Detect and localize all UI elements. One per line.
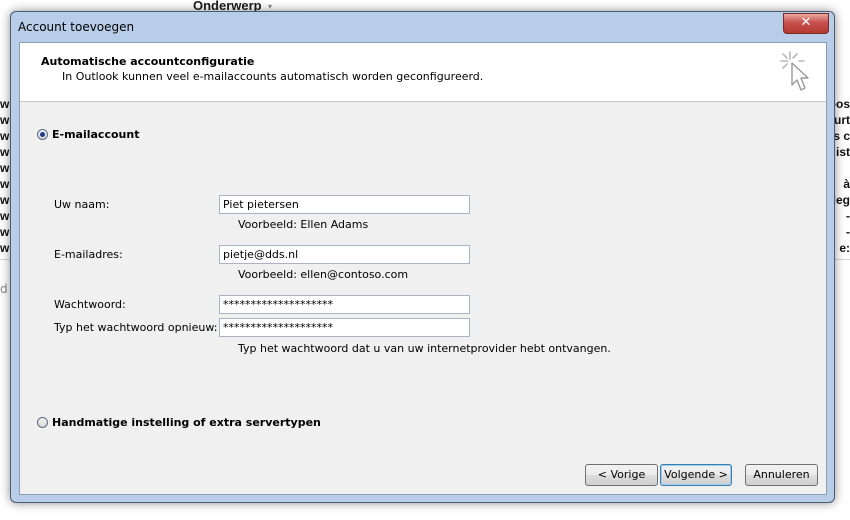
email-account-label[interactable]: E-mailaccount [52, 128, 139, 141]
page-subtitle: In Outlook kunnen veel e-mailaccounts au… [62, 70, 484, 83]
cancel-button[interactable]: Annuleren [745, 464, 818, 486]
email-input[interactable] [219, 245, 470, 264]
close-button[interactable]: ✕ [783, 13, 829, 34]
email-hint: Voorbeeld: ellen@contoso.com [238, 268, 409, 281]
password-label: Wachtwoord: [54, 298, 126, 311]
password-hint: Typ het wachtwoord dat u van uw internet… [238, 342, 611, 355]
dialog-title: Account toevoegen [18, 20, 135, 34]
cursor-sparkle-icon [780, 51, 809, 91]
back-button[interactable]: < Vorige [585, 464, 658, 486]
password-confirm-label: Typ het wachtwoord opnieuw: [54, 321, 218, 334]
next-button[interactable]: Volgende > [660, 464, 732, 486]
password-confirm-input[interactable] [219, 318, 470, 337]
email-account-radio[interactable] [37, 129, 48, 140]
name-input[interactable] [219, 195, 470, 214]
background-text-fragment: d [0, 282, 8, 296]
manual-setup-label[interactable]: Handmatige instelling of extra servertyp… [52, 416, 321, 429]
dialog-client-area: Automatische accountconfiguratie In Outl… [19, 42, 827, 495]
manual-setup-radio[interactable] [37, 417, 48, 428]
name-hint: Voorbeeld: Ellen Adams [238, 218, 369, 231]
sort-arrow-icon: ▾ [268, 2, 273, 11]
dialog-titlebar[interactable]: Account toevoegen ✕ [11, 12, 834, 40]
password-input[interactable] [219, 295, 470, 314]
close-icon: ✕ [800, 15, 812, 30]
add-account-dialog: Account toevoegen ✕ Automatische account… [10, 11, 835, 503]
background-divider [833, 259, 850, 260]
name-label: Uw naam: [54, 198, 110, 211]
email-label: E-mailadres: [54, 248, 123, 261]
header-panel: Automatische accountconfiguratie In Outl… [20, 43, 826, 102]
page-title: Automatische accountconfiguratie [41, 55, 255, 68]
